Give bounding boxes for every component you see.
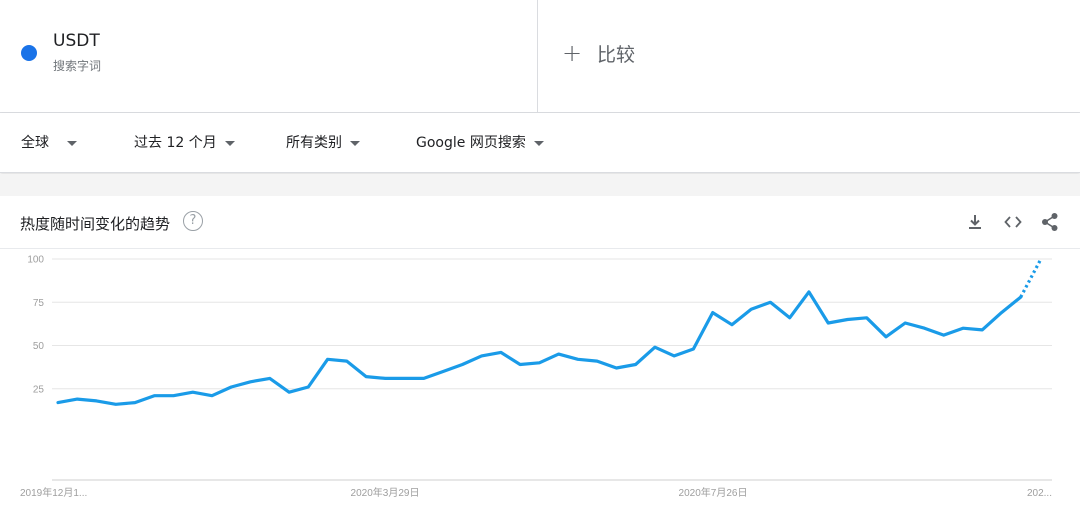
plus-icon: + [562,39,583,67]
category-dropdown[interactable]: 所有类别 [286,133,360,153]
search-term-card[interactable]: USDT 搜索字词 [0,0,538,112]
region-label: 全球 [21,135,49,151]
term-color-dot [21,45,37,61]
region-dropdown[interactable]: 全球 [21,133,77,153]
caret-down-icon [533,140,544,146]
search-property-dropdown[interactable]: Google 网页搜索 [416,133,544,153]
interest-over-time-card: 热度随时间变化的趋势 ? 25 50 75 100 2019年12月1... 2020年3… [0,196,1080,509]
series-line [56,290,1023,406]
compare-label: 比较 [597,44,636,66]
search-term-bar: USDT 搜索字词 + 比较 [0,0,1080,113]
term-name[interactable]: USDT [53,31,100,51]
x-tick-label: 2020年7月26日 [679,486,748,499]
time-range-label: 过去 12 个月 [134,135,217,151]
filter-bar: 全球 过去 12 个月 所有类别 Google 网页搜索 [0,113,1080,173]
x-tick-label: 2020年3月29日 [351,486,420,499]
caret-down-icon [224,140,235,146]
download-icon[interactable] [964,211,986,233]
interest-line-chart: 25 50 75 100 2019年12月1... 2020年3月29日 2020年7月26… [20,255,1052,499]
caret-down-icon [67,140,77,146]
x-tick-label: 202... [1027,488,1052,499]
y-tick-label: 75 [33,298,45,309]
card-title: 热度随时间变化的趋势 [20,215,171,233]
y-tick-label: 50 [33,341,45,352]
partial-data-line [1019,259,1042,298]
section-gap [0,174,1080,196]
compare-button[interactable]: + 比较 [538,0,1080,112]
category-label: 所有类别 [286,135,342,151]
x-tick-label: 2019年12月1... [20,486,87,499]
embed-icon[interactable] [1002,211,1024,233]
help-icon[interactable]: ? [183,211,203,231]
card-header: 热度随时间变化的趋势 ? [0,196,1080,249]
y-tick-label: 25 [33,384,45,395]
time-range-dropdown[interactable]: 过去 12 个月 [134,133,235,153]
y-tick-label: 100 [27,255,44,266]
search-property-label: Google 网页搜索 [416,135,526,151]
caret-down-icon [350,140,360,146]
share-icon[interactable] [1039,211,1061,233]
term-type: 搜索字词 [53,59,102,73]
